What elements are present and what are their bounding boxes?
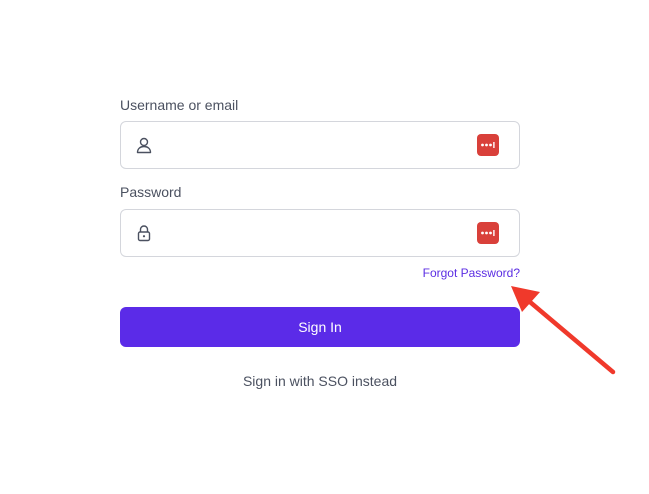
lock-icon — [135, 224, 153, 242]
sso-sign-in-link[interactable]: Sign in with SSO instead — [120, 373, 520, 389]
user-icon — [135, 136, 153, 154]
username-field[interactable] — [120, 121, 520, 169]
arrow-icon — [511, 286, 616, 375]
password-label: Password — [120, 184, 182, 200]
forgot-password-link[interactable]: Forgot Password? — [423, 266, 520, 280]
username-label: Username or email — [120, 97, 239, 113]
sign-in-button[interactable]: Sign In — [120, 307, 520, 347]
username-input[interactable] — [169, 130, 459, 160]
password-field[interactable] — [120, 209, 520, 257]
password-input[interactable] — [169, 218, 459, 248]
password-manager-icon[interactable] — [477, 134, 499, 156]
password-manager-icon[interactable] — [477, 222, 499, 244]
